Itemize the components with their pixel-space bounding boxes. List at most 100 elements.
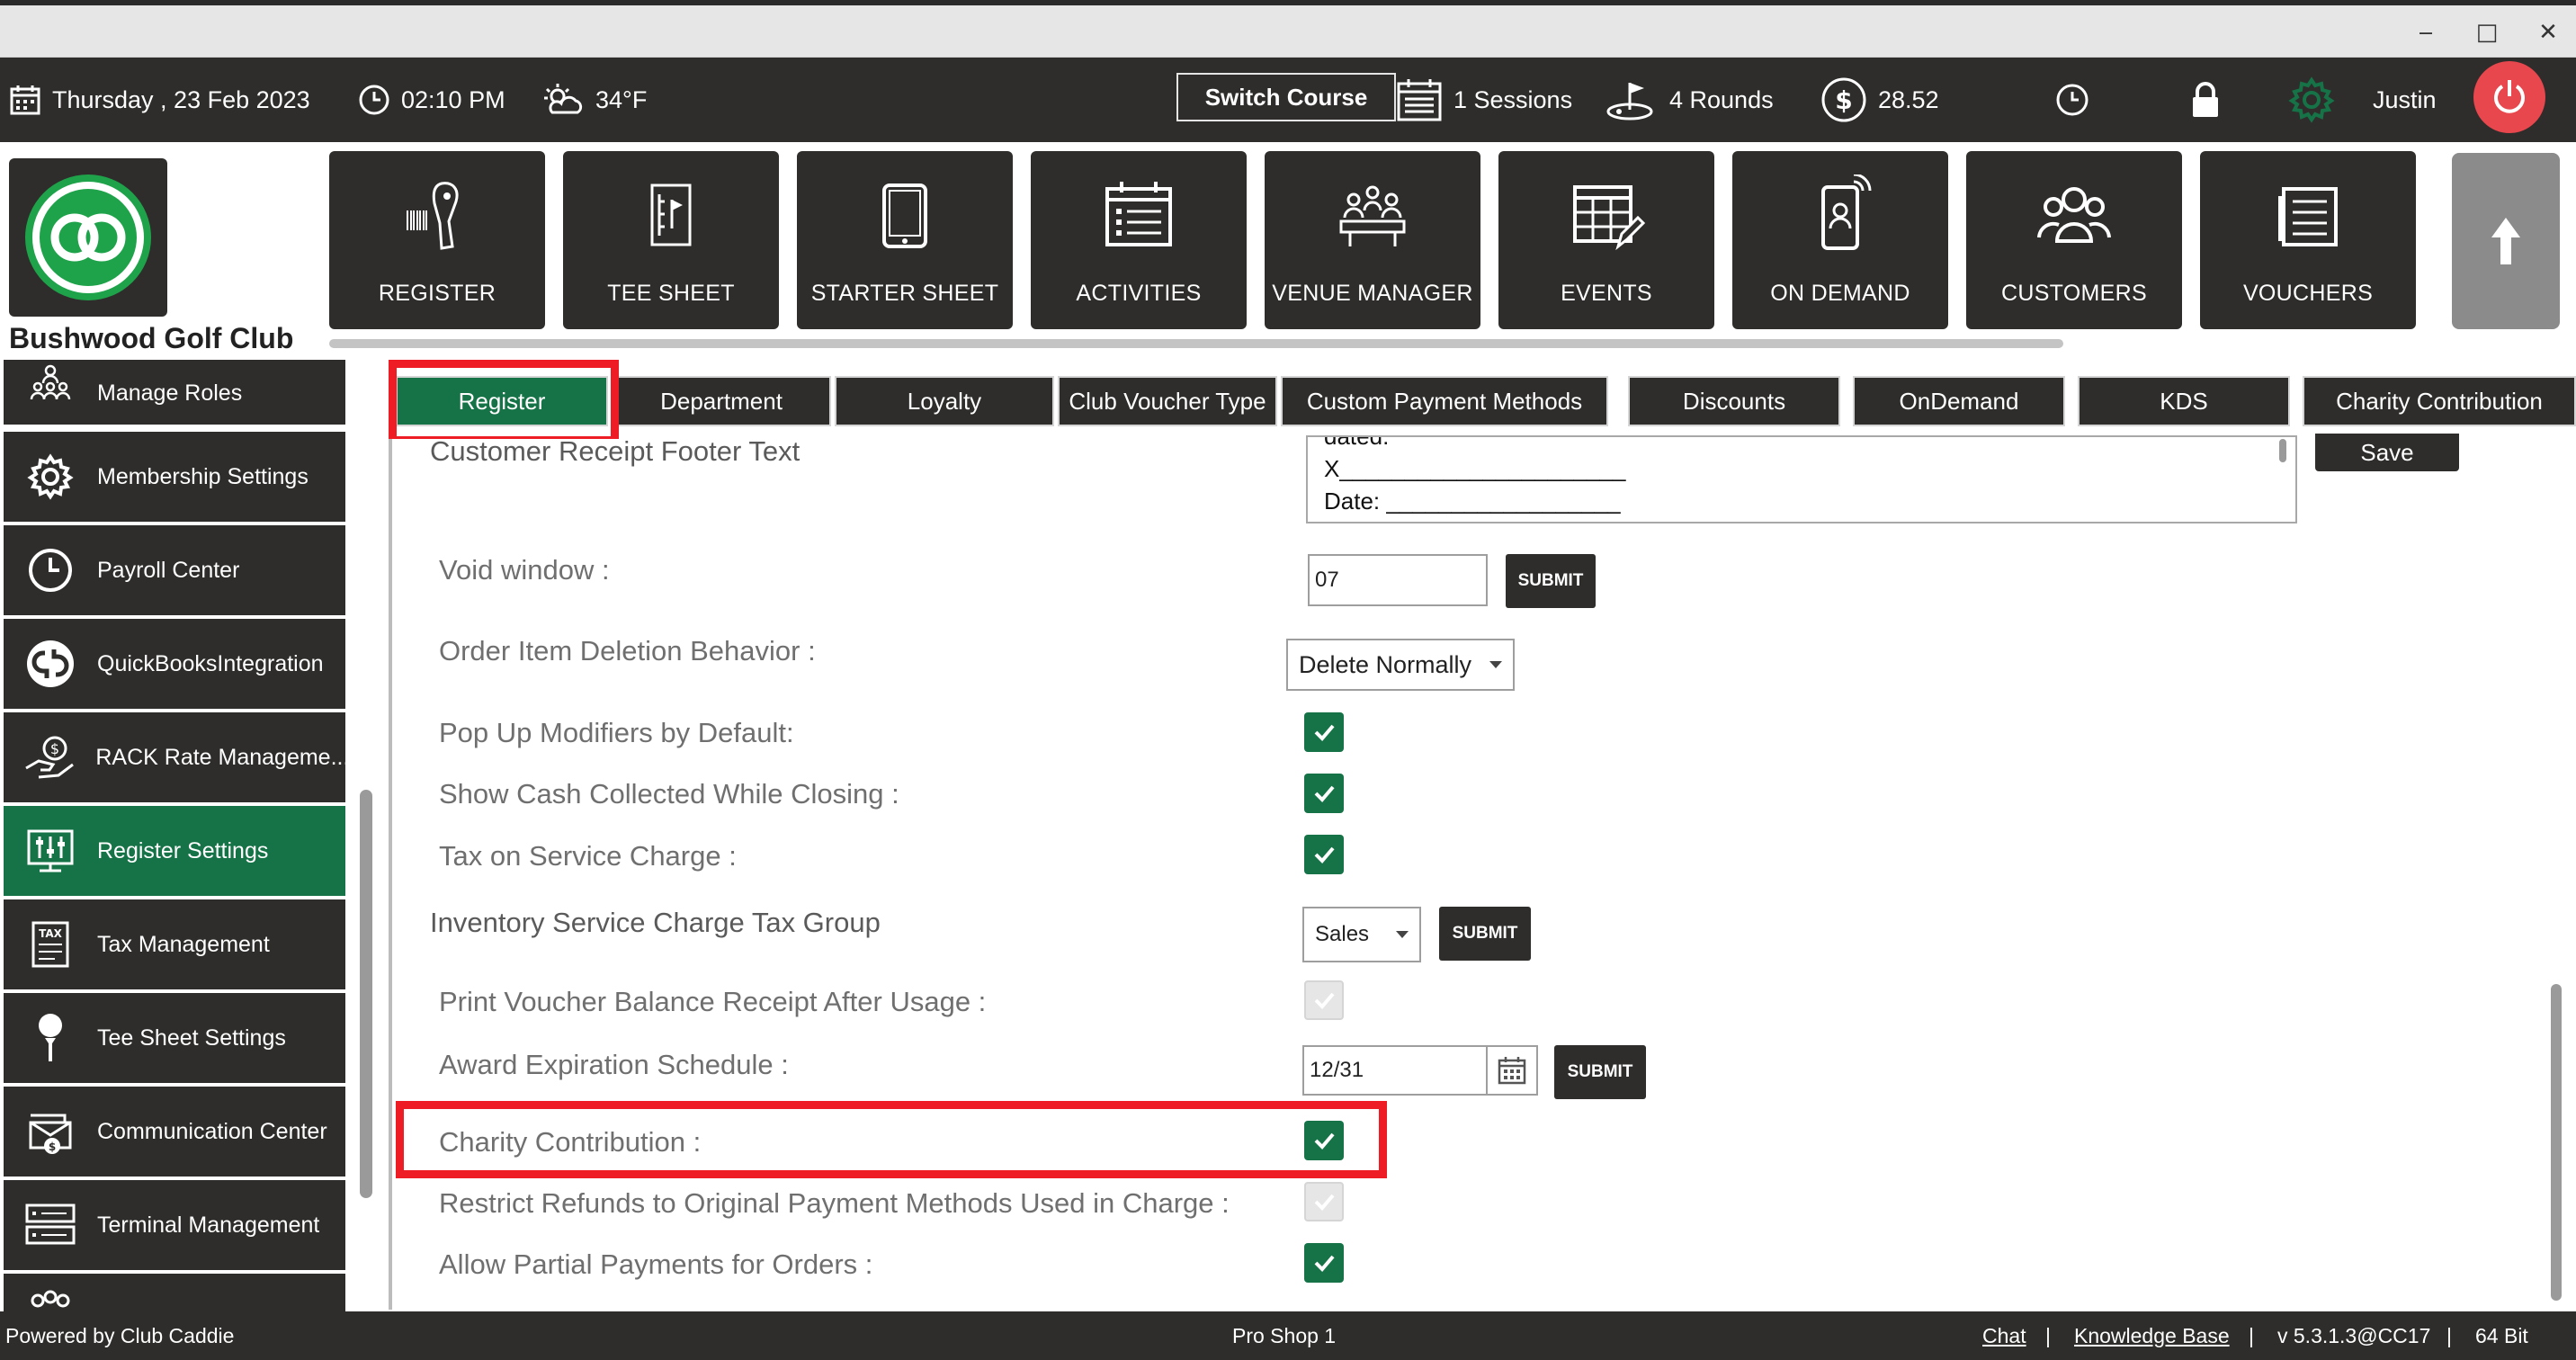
sidebar-item-label: QuickBooksIntegration [97, 650, 324, 676]
lock-icon [2193, 82, 2218, 117]
nav-register[interactable]: REGISTER [329, 151, 545, 329]
sidebar-item-payroll-center[interactable]: Payroll Center [4, 525, 345, 615]
nav-label: EVENTS [1561, 281, 1652, 306]
popup-modifiers-checkbox[interactable] [1304, 712, 1344, 752]
nav-vouchers[interactable]: VOUCHERS [2200, 151, 2416, 329]
communication-icon: $ [29, 1114, 72, 1154]
partial-payments-checkbox[interactable] [1304, 1243, 1344, 1283]
sidebar-item-label: Manage Roles [97, 380, 243, 406]
nav-activities[interactable]: ACTIVITIES [1031, 151, 1247, 329]
amount-display[interactable]: $ 28.52 [1820, 58, 1939, 142]
register-settings-icon [27, 829, 74, 872]
time-display: 02:10 PM [358, 58, 505, 142]
svg-text:TAX: TAX [39, 927, 63, 940]
sidebar-item-terminal-management[interactable]: Terminal Management [4, 1180, 345, 1270]
tax-service-charge-checkbox[interactable] [1304, 835, 1344, 874]
nav-label: REGISTER [378, 281, 496, 306]
tab-kds[interactable]: KDS [2078, 376, 2290, 426]
history-clock-button[interactable] [2054, 58, 2101, 142]
content-scrollbar[interactable] [2551, 984, 2562, 1301]
gear-icon [2288, 76, 2335, 123]
save-footer-button[interactable]: Save [2315, 434, 2459, 471]
tab-loyalty[interactable]: Loyalty [835, 376, 1054, 426]
voucher-balance-checkbox[interactable] [1304, 980, 1344, 1020]
tab-charity-contribution[interactable]: Charity Contribution [2303, 376, 2576, 426]
roles-icon [30, 364, 71, 400]
sidebar-item-rack-rate[interactable]: $ RACK Rate Manageme... [4, 712, 345, 802]
sidebar-item-communication-center[interactable]: $ Communication Center [4, 1087, 345, 1177]
tab-club-voucher-type[interactable]: Club Voucher Type [1058, 376, 1277, 426]
deletion-behavior-select[interactable]: Delete Normally [1286, 639, 1515, 691]
club-name: Bushwood Golf Club [9, 322, 294, 354]
power-button[interactable] [2473, 61, 2545, 133]
lock-button[interactable] [2189, 58, 2232, 142]
nav-events[interactable]: EVENTS [1498, 151, 1714, 329]
minimize-button[interactable]: ‒ [2403, 14, 2448, 50]
restrict-refunds-checkbox[interactable] [1304, 1182, 1344, 1221]
tax-icon: TAX [31, 921, 69, 968]
tax-service-charge-label: Tax on Service Charge : [439, 840, 737, 872]
weather-sun-cloud-icon [544, 84, 583, 114]
checkmark-icon [1314, 1255, 1335, 1272]
sidebar-item-manage-roles[interactable]: Manage Roles [4, 360, 345, 425]
date-display: Thursday , 23 Feb 2023 [9, 58, 310, 142]
tab-custom-payment-methods[interactable]: Custom Payment Methods [1281, 376, 1608, 426]
restrict-refunds-label: Restrict Refunds to Original Payment Met… [439, 1187, 1230, 1219]
rounds-display[interactable]: 4 Rounds [1605, 58, 1774, 142]
nav-scrollbar[interactable] [329, 339, 2063, 348]
sidebar-item-quickbooks[interactable]: QuickBooksIntegration [4, 619, 345, 709]
textarea-scrollbar[interactable] [2279, 439, 2286, 462]
nav-tee-sheet[interactable]: TEE SHEET [563, 151, 779, 329]
scroll-up-button[interactable] [2452, 153, 2560, 329]
sidebar-item-more[interactable] [4, 1274, 345, 1311]
separator: | [2045, 1323, 2051, 1347]
knowledge-base-link-text[interactable]: Knowledge Base [2074, 1324, 2230, 1348]
nav-venue-manager[interactable]: VENUE MANAGER [1265, 151, 1480, 329]
award-expiration-input[interactable]: 12/31 [1302, 1045, 1488, 1096]
date-picker-button[interactable] [1488, 1045, 1538, 1096]
date-text: Thursday , 23 Feb 2023 [52, 85, 310, 113]
user-name: Justin [2373, 58, 2437, 142]
sidebar-item-label: Communication Center [97, 1118, 327, 1144]
sidebar-item-register-settings[interactable]: Register Settings [4, 806, 345, 896]
tab-department[interactable]: Department [612, 376, 831, 426]
sidebar-item-tee-sheet-settings[interactable]: Tee Sheet Settings [4, 993, 345, 1083]
club-caddie-logo [9, 158, 167, 317]
deletion-behavior-label: Order Item Deletion Behavior : [439, 635, 816, 667]
top-info-bar: Thursday , 23 Feb 2023 02:10 PM 34°F Swi… [0, 58, 2576, 142]
tab-ondemand[interactable]: OnDemand [1853, 376, 2065, 426]
inventory-tax-group-select[interactable]: Sales [1302, 907, 1421, 962]
chat-link[interactable]: Chat [1982, 1311, 2026, 1360]
nav-label: ACTIVITIES [1076, 281, 1202, 306]
nav-starter-sheet[interactable]: STARTER SHEET [797, 151, 1013, 329]
sidebar-item-membership-settings[interactable]: Membership Settings [4, 432, 345, 522]
settings-button[interactable] [2288, 58, 2346, 142]
history-clock-icon [2056, 84, 2089, 116]
knowledge-base-link[interactable]: Knowledge Base [2074, 1311, 2230, 1360]
nav-label: ON DEMAND [1770, 281, 1910, 306]
switch-course-button[interactable]: Switch Course [1176, 73, 1396, 121]
footer-line: dated: [1324, 435, 1390, 450]
sidebar-item-tax-management[interactable]: TAX Tax Management [4, 899, 345, 989]
settings-sidebar: Manage Roles Membership Settings Payroll… [0, 360, 345, 1311]
amount-text: 28.52 [1878, 85, 1939, 113]
sidebar-item-label: Tax Management [97, 931, 270, 957]
sessions-display[interactable]: 1 Sessions [1396, 58, 1572, 142]
checkmark-icon [1314, 785, 1335, 802]
close-window-button[interactable]: ✕ [2526, 14, 2571, 50]
cash-collected-checkbox[interactable] [1304, 774, 1344, 813]
sidebar-scrollbar[interactable] [360, 790, 372, 1198]
chat-link-text[interactable]: Chat [1982, 1324, 2026, 1348]
popup-modifiers-label: Pop Up Modifiers by Default: [439, 717, 794, 748]
nav-on-demand[interactable]: ON DEMAND [1732, 151, 1948, 329]
inventory-tax-group-submit-button[interactable]: SUBMIT [1439, 907, 1531, 961]
void-window-submit-button[interactable]: SUBMIT [1506, 554, 1596, 608]
receipt-footer-textarea[interactable]: dated: X______________________ Date: ___… [1306, 435, 2297, 523]
maximize-button[interactable]: □ [2464, 14, 2509, 50]
tab-discounts[interactable]: Discounts [1628, 376, 1840, 426]
void-window-input[interactable]: 07 [1308, 554, 1488, 606]
nav-customers[interactable]: CUSTOMERS [1966, 151, 2182, 329]
award-expiration-submit-button[interactable]: SUBMIT [1554, 1045, 1646, 1099]
sidebar-item-label: RACK Rate Manageme... [95, 744, 345, 770]
nav-label: TEE SHEET [607, 281, 735, 306]
